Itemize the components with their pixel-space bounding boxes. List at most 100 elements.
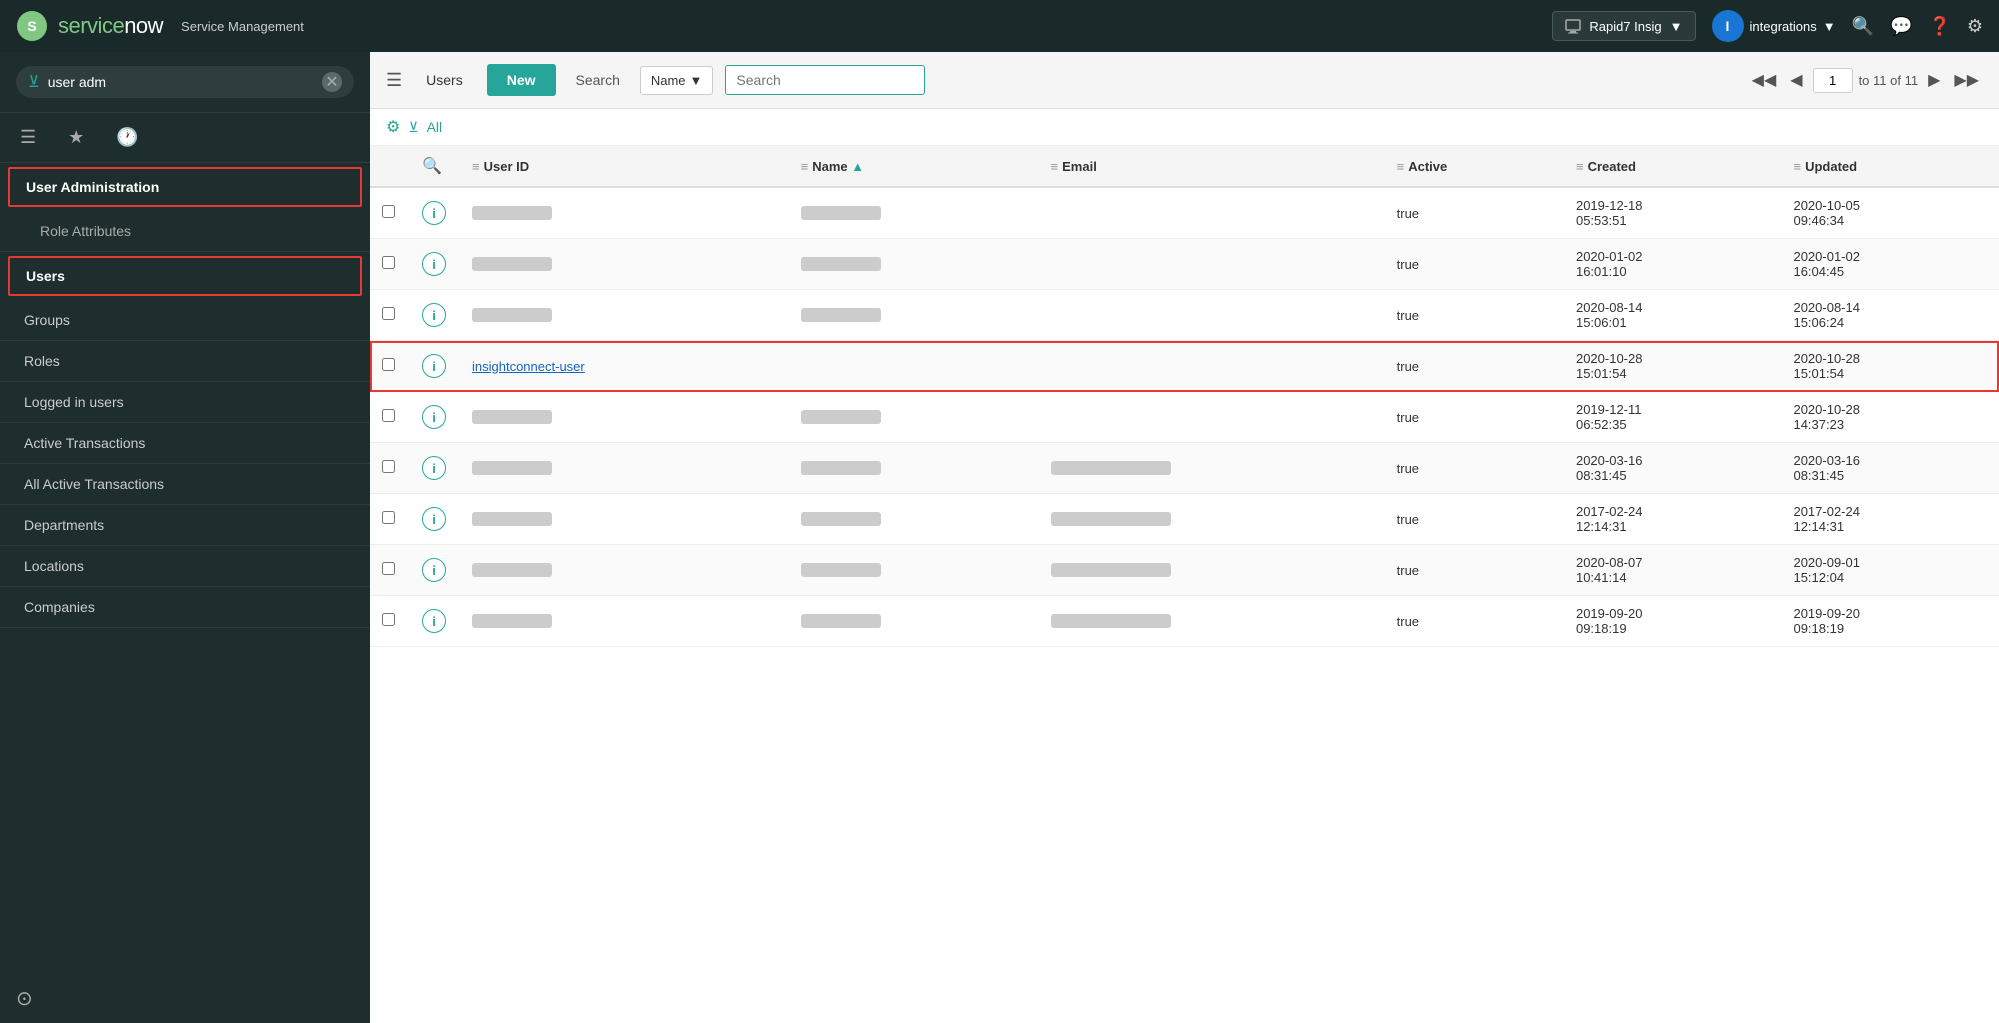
sidebar-item-roles[interactable]: Roles [0,341,370,382]
table-row: i████████████true2019-12-11 06:52:352020… [370,392,1999,443]
top-nav: S servicenow Service Management Rapid7 I… [0,0,1999,52]
user-id-link[interactable]: insightconnect-user [472,359,585,374]
user-avatar: I [1712,10,1744,42]
new-button[interactable]: New [487,64,556,96]
row-email [1039,290,1385,341]
row-checkbox[interactable] [382,256,395,269]
row-checkbox-cell [370,187,410,239]
info-button[interactable]: i [422,609,446,633]
col-menu-icon-name: ≡ [801,159,809,174]
row-checkbox-cell [370,290,410,341]
user-info[interactable]: I integrations ▼ [1712,10,1836,42]
screen-icon [1565,18,1581,34]
th-email[interactable]: ≡Email [1039,146,1385,187]
row-updated: 2020-01-02 16:04:45 [1781,239,1999,290]
table-gear-icon[interactable]: ⚙ [386,117,400,137]
sidebar-search-box: ⊻ ✕ [0,52,370,113]
sidebar-item-companies[interactable]: Companies [0,587,370,628]
sidebar-item-user-administration[interactable]: User Administration [8,167,362,207]
row-created: 2019-09-20 09:18:19 [1564,596,1782,647]
row-checkbox[interactable] [382,409,395,422]
row-checkbox[interactable] [382,511,395,524]
row-user-id: ██████ [460,392,789,443]
servicenow-logo-icon: S [16,10,48,42]
sidebar-item-label: Role Attributes [40,223,131,239]
th-name[interactable]: ≡Name ▲ [789,146,1039,187]
info-button[interactable]: i [422,252,446,276]
search-field-dropdown[interactable]: Name ▼ [640,66,714,95]
prev-page-button[interactable]: ◀ [1786,68,1806,92]
row-email: ████████████ [1039,545,1385,596]
next-page-button[interactable]: ▶ [1924,68,1944,92]
settings-icon[interactable]: ⚙ [1967,16,1983,37]
search-text-input[interactable] [725,65,925,95]
row-checkbox[interactable] [382,307,395,320]
info-button[interactable]: i [422,354,446,378]
col-menu-icon-created: ≡ [1576,159,1584,174]
sidebar-item-all-active-transactions[interactable]: All Active Transactions [0,464,370,505]
filter-funnel-icon[interactable]: ⊻ [408,119,418,136]
sidebar-item-role-attributes[interactable]: Role Attributes [0,211,370,252]
search-field-dropdown-icon: ▼ [690,73,703,88]
th-active[interactable]: ≡Active [1385,146,1564,187]
row-user-id: insightconnect-user [460,341,789,392]
last-page-button[interactable]: ▶▶ [1950,68,1983,92]
sidebar-clock-icon[interactable]: 🕐 [112,123,142,152]
row-checkbox[interactable] [382,613,395,626]
row-active: true [1385,290,1564,341]
table-row: i████████████████████████true2017-02-24 … [370,494,1999,545]
row-checkbox-cell [370,392,410,443]
nav-right: Rapid7 Insig ▼ I integrations ▼ 🔍 💬 ❓ ⚙ [1552,10,1983,42]
first-page-button[interactable]: ◀◀ [1748,68,1781,92]
th-updated[interactable]: ≡Updated [1781,146,1999,187]
th-user-id[interactable]: ≡User ID [460,146,789,187]
info-button[interactable]: i [422,405,446,429]
sidebar-collapse-icon[interactable]: ⊙ [0,974,370,1023]
sidebar-search-input[interactable] [48,74,314,90]
sidebar-item-locations[interactable]: Locations [0,546,370,587]
info-button[interactable]: i [422,201,446,225]
page-number-input[interactable] [1813,68,1853,93]
row-checkbox[interactable] [382,358,395,371]
row-created: 2019-12-11 06:52:35 [1564,392,1782,443]
table-row: i████████████████████████true2020-03-16 … [370,443,1999,494]
chat-icon[interactable]: 💬 [1890,16,1912,37]
sidebar-item-active-transactions[interactable]: Active Transactions [0,423,370,464]
help-icon[interactable]: ❓ [1928,16,1950,37]
row-checkbox[interactable] [382,460,395,473]
sidebar-star-icon[interactable]: ★ [64,123,88,152]
info-button[interactable]: i [422,507,446,531]
hamburger-menu-icon[interactable]: ☰ [386,70,402,91]
sidebar-search-wrap[interactable]: ⊻ ✕ [16,66,354,98]
row-info-cell: i [410,239,460,290]
sidebar-item-logged-in-users[interactable]: Logged in users [0,382,370,423]
row-info-cell: i [410,341,460,392]
column-search-icon[interactable]: 🔍 [422,158,442,175]
row-email: ████████████ [1039,494,1385,545]
search-button[interactable]: Search [568,68,628,92]
sidebar-item-users[interactable]: Users [8,256,362,296]
row-email: ████████████ [1039,443,1385,494]
row-checkbox[interactable] [382,205,395,218]
col-menu-icon-userid: ≡ [472,159,480,174]
tab-users[interactable]: Users [414,66,475,94]
row-name: ██████ [789,545,1039,596]
instance-selector[interactable]: Rapid7 Insig ▼ [1552,11,1695,41]
info-button[interactable]: i [422,456,446,480]
row-email [1039,239,1385,290]
info-button[interactable]: i [422,303,446,327]
sidebar-item-groups[interactable]: Groups [0,300,370,341]
search-nav-icon[interactable]: 🔍 [1852,16,1874,37]
sidebar-list-icon[interactable]: ☰ [16,123,40,152]
pagination: ◀◀ ◀ to 11 of 11 ▶ ▶▶ [1748,68,1983,93]
th-search: 🔍 [410,146,460,187]
info-button[interactable]: i [422,558,446,582]
row-checkbox[interactable] [382,562,395,575]
sidebar-search-clear-button[interactable]: ✕ [322,72,342,92]
instance-dropdown-icon: ▼ [1670,19,1683,34]
row-user-id: ██████ [460,596,789,647]
row-created: 2020-08-14 15:06:01 [1564,290,1782,341]
sidebar-item-departments[interactable]: Departments [0,505,370,546]
th-created[interactable]: ≡Created [1564,146,1782,187]
row-email [1039,187,1385,239]
